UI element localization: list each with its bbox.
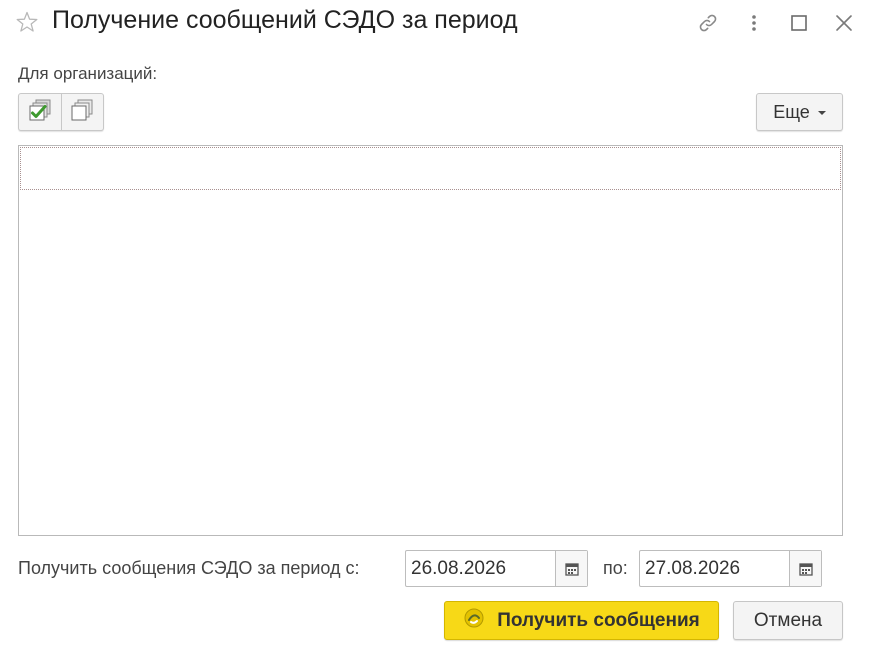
- period-from-field[interactable]: 26.08.2026: [405, 550, 588, 587]
- more-vertical-icon[interactable]: [743, 12, 765, 34]
- cancel-button[interactable]: Отмена: [733, 601, 843, 640]
- cancel-label: Отмена: [753, 609, 823, 631]
- close-icon[interactable]: [833, 12, 855, 34]
- sedo-logo-icon: [463, 607, 485, 635]
- star-icon[interactable]: [16, 11, 38, 33]
- calendar-icon[interactable]: [555, 551, 587, 586]
- check-buttons-group: [18, 93, 104, 131]
- more-button[interactable]: Еще: [756, 93, 843, 131]
- link-icon[interactable]: [697, 12, 719, 34]
- organizations-label: Для организаций:: [18, 64, 158, 83]
- title-bar: Получение сообщений СЭДО за период: [0, 0, 872, 46]
- more-button-label: Еще: [773, 101, 810, 122]
- uncheck-all-button[interactable]: [60, 94, 104, 130]
- calendar-icon[interactable]: [789, 551, 821, 586]
- chevron-down-icon: [817, 111, 826, 115]
- period-from-value: 26.08.2026: [411, 558, 507, 579]
- check-all-icon: [27, 98, 53, 127]
- period-to-value: 27.08.2026: [645, 558, 741, 579]
- window-title: Получение сообщений СЭДО за период: [52, 6, 518, 34]
- organizations-table[interactable]: [18, 145, 843, 536]
- period-label: Получить сообщения СЭДО за период с:: [18, 558, 360, 578]
- table-row[interactable]: [20, 147, 841, 190]
- get-messages-button[interactable]: Получить сообщения: [444, 601, 719, 640]
- uncheck-all-icon: [69, 98, 95, 127]
- period-to-label: по:: [603, 558, 628, 578]
- check-all-button[interactable]: [19, 94, 61, 130]
- get-messages-label: Получить сообщения: [497, 609, 700, 631]
- period-to-field[interactable]: 27.08.2026: [639, 550, 822, 587]
- maximize-icon[interactable]: [788, 12, 810, 34]
